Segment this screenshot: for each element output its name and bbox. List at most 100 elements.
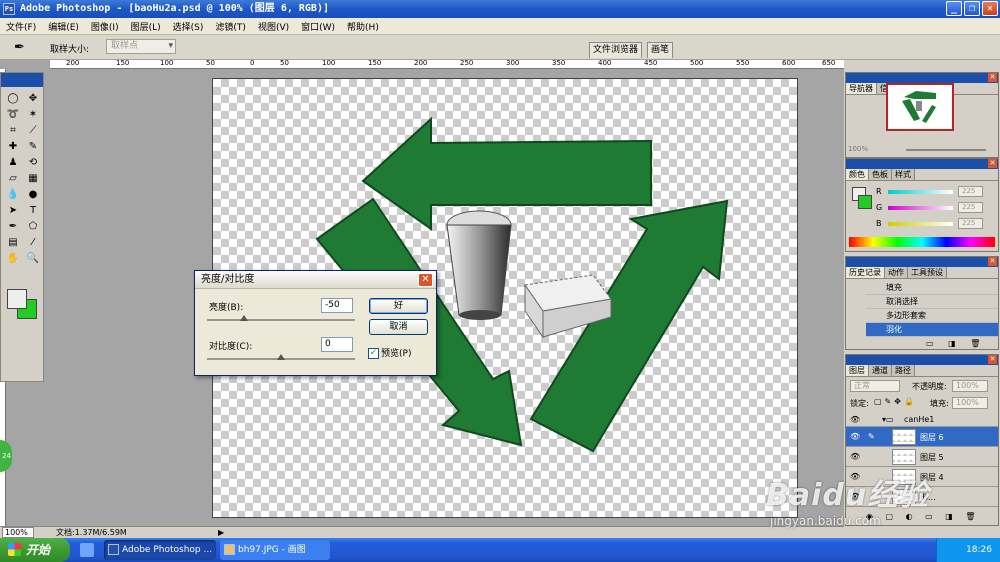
red-value[interactable]: 225 bbox=[958, 186, 983, 197]
checkbox-icon[interactable]: ✓ bbox=[368, 348, 379, 359]
layer-group[interactable]: 👁 ▾▭ canHe1 bbox=[846, 413, 998, 427]
close-icon[interactable]: ✕ bbox=[988, 73, 997, 82]
sample-size-select[interactable]: 取样点 bbox=[106, 39, 176, 54]
close-button[interactable]: ✕ bbox=[982, 1, 998, 16]
lock-icons[interactable]: ▢✎✥🔒 bbox=[874, 397, 917, 406]
eraser-icon[interactable]: ▱ bbox=[4, 171, 22, 186]
tab-navigator[interactable]: 导航器 bbox=[846, 83, 877, 94]
tab-layers[interactable]: 图层 bbox=[846, 365, 869, 376]
eye-icon[interactable]: 👁 bbox=[850, 452, 860, 461]
clock[interactable]: 18:26 bbox=[966, 545, 992, 555]
history-item[interactable]: 填充 bbox=[866, 281, 998, 295]
history-panel-header: ✕ bbox=[846, 257, 998, 267]
move-icon[interactable]: ✥ bbox=[24, 91, 42, 106]
zoom-icon[interactable]: 🔍 bbox=[24, 251, 42, 266]
fill-label: 填充: bbox=[930, 399, 949, 408]
blend-mode-select[interactable]: 正常 bbox=[850, 380, 900, 392]
tab-brushes[interactable]: 画笔 bbox=[647, 42, 674, 58]
task-paint[interactable]: bh97.JPG - 画图 bbox=[220, 540, 330, 560]
tab-actions[interactable]: 动作 bbox=[885, 267, 908, 278]
eyedropper-icon[interactable]: ✒ bbox=[14, 40, 25, 55]
menu-help[interactable]: 帮助(H) bbox=[347, 20, 379, 33]
ok-button[interactable]: 好 bbox=[369, 298, 428, 314]
brightness-input[interactable]: -50 bbox=[321, 298, 353, 313]
layer-row-active[interactable]: 👁 ✎ 图层 6 bbox=[846, 427, 998, 447]
restore-button[interactable]: ❐ bbox=[964, 1, 980, 16]
layer-row[interactable]: 👁 图层 5 bbox=[846, 447, 998, 467]
tab-file-browser[interactable]: 文件浏览器 bbox=[589, 42, 643, 58]
brush-icon[interactable]: ✎ bbox=[24, 139, 42, 154]
color-ramp[interactable] bbox=[849, 237, 995, 247]
dialog-close-button[interactable]: ✕ bbox=[418, 273, 433, 287]
blue-value[interactable]: 225 bbox=[958, 218, 983, 229]
watermark-brand: Baidu经验 bbox=[766, 478, 930, 513]
menu-image[interactable]: 图像(I) bbox=[91, 20, 119, 33]
menu-file[interactable]: 文件(F) bbox=[6, 20, 36, 33]
opacity-input[interactable]: 100% bbox=[952, 380, 988, 392]
menu-edit[interactable]: 编辑(E) bbox=[48, 20, 79, 33]
arrow-top bbox=[361, 116, 652, 231]
start-button[interactable]: 开始 bbox=[0, 538, 70, 562]
tab-channels[interactable]: 通道 bbox=[869, 365, 892, 376]
menu-layer[interactable]: 图层(L) bbox=[131, 20, 161, 33]
blur-icon[interactable]: 💧 bbox=[4, 187, 22, 202]
zoom-level[interactable]: 100% bbox=[2, 527, 34, 538]
color-bg-swatch[interactable] bbox=[858, 195, 872, 209]
navigator-zoom-slider[interactable] bbox=[906, 149, 986, 151]
fill-input[interactable]: 100% bbox=[952, 397, 988, 409]
contrast-slider[interactable] bbox=[207, 354, 355, 360]
contrast-input[interactable]: 0 bbox=[321, 337, 353, 352]
stamp-icon[interactable]: ♟ bbox=[4, 155, 22, 170]
close-icon[interactable]: ✕ bbox=[988, 159, 997, 168]
crop-icon[interactable]: ⌗ bbox=[4, 123, 22, 138]
notes-icon[interactable]: ▤ bbox=[4, 235, 22, 250]
contrast-slider-knob[interactable] bbox=[277, 354, 285, 360]
tab-swatches[interactable]: 色板 bbox=[869, 169, 892, 180]
history-item[interactable]: 多边形套索 bbox=[866, 309, 998, 323]
ie-icon[interactable] bbox=[80, 543, 94, 557]
task-photoshop[interactable]: Adobe Photoshop ... bbox=[104, 540, 216, 560]
status-menu-arrow[interactable]: ▶ bbox=[218, 527, 224, 538]
navigator-thumbnail[interactable] bbox=[886, 83, 954, 131]
green-value[interactable]: 225 bbox=[958, 202, 983, 213]
cancel-button[interactable]: 取消 bbox=[369, 319, 428, 335]
menu-view[interactable]: 视图(V) bbox=[258, 20, 289, 33]
tab-history[interactable]: 历史记录 bbox=[846, 267, 885, 278]
marquee-icon[interactable]: ◯ bbox=[4, 91, 22, 106]
minimize-button[interactable]: _ bbox=[946, 1, 962, 16]
pen-icon[interactable]: ✒ bbox=[4, 219, 22, 234]
menu-select[interactable]: 选择(S) bbox=[173, 20, 204, 33]
menu-window[interactable]: 窗口(W) bbox=[301, 20, 335, 33]
tab-paths[interactable]: 路径 bbox=[892, 365, 915, 376]
lasso-icon[interactable]: ➰ bbox=[4, 107, 22, 122]
tab-styles[interactable]: 样式 bbox=[892, 169, 915, 180]
brightness-slider[interactable] bbox=[207, 315, 355, 321]
title-bar: Ps Adobe Photoshop - [baoHu2a.psd @ 100%… bbox=[0, 0, 1000, 18]
path-select-icon[interactable]: ➤ bbox=[4, 203, 22, 218]
photoshop-task-icon bbox=[108, 544, 119, 555]
preview-checkbox[interactable]: ✓ 预览(P) bbox=[368, 346, 411, 359]
history-panel-buttons[interactable]: ▭ ◨ 🗑 bbox=[926, 339, 986, 348]
type-icon[interactable]: T bbox=[24, 203, 42, 218]
eyedropper-tool-icon[interactable]: ⁄ bbox=[24, 235, 42, 250]
close-icon[interactable]: ✕ bbox=[988, 257, 997, 266]
history-item[interactable]: 取消选择 bbox=[866, 295, 998, 309]
hand-icon[interactable]: ✋ bbox=[4, 251, 22, 266]
close-icon[interactable]: ✕ bbox=[988, 355, 997, 364]
slice-icon[interactable]: ⟋ bbox=[24, 123, 42, 138]
magic-wand-icon[interactable]: ✶ bbox=[24, 107, 42, 122]
gradient-icon[interactable]: ▦ bbox=[24, 171, 42, 186]
navigator-zoom[interactable]: 100% bbox=[848, 145, 868, 153]
tab-color[interactable]: 颜色 bbox=[846, 169, 869, 180]
history-brush-icon[interactable]: ⟲ bbox=[24, 155, 42, 170]
history-item-active[interactable]: 羽化 bbox=[866, 323, 998, 337]
eye-icon[interactable]: 👁 bbox=[850, 432, 860, 441]
shape-icon[interactable]: ⬠ bbox=[24, 219, 42, 234]
dodge-icon[interactable]: ● bbox=[24, 187, 42, 202]
menu-filter[interactable]: 滤镜(T) bbox=[215, 20, 246, 33]
brightness-slider-knob[interactable] bbox=[240, 315, 248, 321]
healing-brush-icon[interactable]: ✚ bbox=[4, 139, 22, 154]
tab-tool-presets[interactable]: 工具预设 bbox=[908, 267, 947, 278]
eye-icon[interactable]: 👁 bbox=[850, 415, 860, 424]
foreground-color-swatch[interactable] bbox=[7, 289, 27, 309]
